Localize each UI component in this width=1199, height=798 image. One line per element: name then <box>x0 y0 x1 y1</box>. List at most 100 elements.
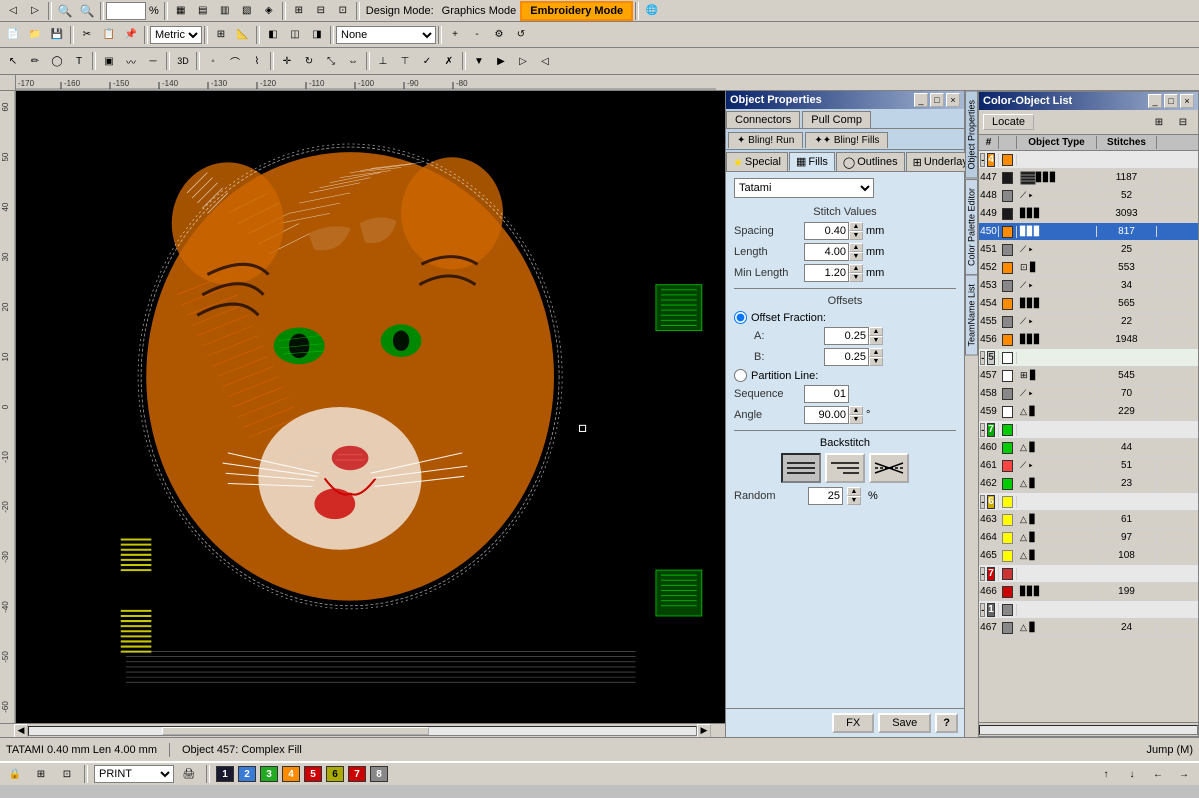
scroll-track[interactable] <box>28 726 697 736</box>
col-obj-close[interactable]: × <box>1180 94 1194 108</box>
none-select[interactable]: None <box>336 26 436 44</box>
tb-icon8[interactable]: ⊡ <box>332 1 354 21</box>
col-obj-minimize[interactable]: _ <box>1148 94 1162 108</box>
embroidery-canvas[interactable] <box>16 91 725 723</box>
group-6-header[interactable]: - 6 <box>979 493 1198 511</box>
3d-btn[interactable]: 3D <box>172 51 194 71</box>
group-expand-7b[interactable]: - 7 <box>979 567 999 581</box>
mirror-btn[interactable]: ⇔ <box>342 51 364 71</box>
x-btn[interactable]: ✗ <box>438 51 460 71</box>
b-down[interactable]: ▼ <box>869 357 883 366</box>
row-447[interactable]: 447 ▊▊▊ 1187 <box>979 169 1198 187</box>
tab-connectors[interactable]: Connectors <box>726 111 800 128</box>
taskbar-btn2[interactable]: ⊞ <box>30 764 52 784</box>
length-up[interactable]: ▲ <box>849 243 863 252</box>
badge-4[interactable]: 4 <box>282 766 300 782</box>
backstitch-btn3[interactable] <box>869 453 909 483</box>
tie-btn[interactable]: ⊤ <box>394 51 416 71</box>
new-btn[interactable]: 📄 <box>2 25 24 45</box>
min-length-down[interactable]: ▼ <box>849 273 863 282</box>
col-obj-tb2[interactable]: ⊟ <box>1172 112 1194 132</box>
offset-fraction-radio[interactable] <box>734 311 747 324</box>
paste-btn[interactable]: 📌 <box>120 25 142 45</box>
teamname-side-tab[interactable]: TeamName List <box>965 275 978 356</box>
fx-btn[interactable]: FX <box>832 713 874 733</box>
tb-icon3[interactable]: ▥ <box>214 1 236 21</box>
props-btn[interactable]: ⚙ <box>488 25 510 45</box>
help-btn[interactable]: ? <box>935 713 958 733</box>
ruler-btn[interactable]: 📐 <box>232 25 254 45</box>
row-450[interactable]: 450 ▊▊▊ 817 <box>979 223 1198 241</box>
align-center[interactable]: ◫ <box>284 25 306 45</box>
sequence-input[interactable] <box>804 385 849 403</box>
scroll-right-btn[interactable]: ▶ <box>697 724 711 738</box>
redo-btn[interactable]: ▷ <box>24 1 46 21</box>
backstitch-btn1[interactable] <box>781 453 821 483</box>
break-btn[interactable]: ⌇ <box>246 51 268 71</box>
row-449[interactable]: 449 ▊▊▊ 3093 <box>979 205 1198 223</box>
group-expand-6[interactable]: - 6 <box>979 495 999 509</box>
save-props-btn[interactable]: Save <box>878 713 931 733</box>
shapes-btn[interactable]: ◯ <box>46 51 68 71</box>
random-input[interactable] <box>808 487 843 505</box>
jump-btn[interactable]: ⊥ <box>372 51 394 71</box>
panel-close-btn[interactable]: × <box>946 93 960 107</box>
embroidery-mode-btn[interactable]: Embroidery Mode <box>520 1 633 21</box>
taskbar-end-btn2[interactable]: ↓ <box>1121 764 1143 784</box>
col-obj-hscroll[interactable] <box>979 722 1198 736</box>
tb-icon5[interactable]: ◈ <box>258 1 280 21</box>
row-455[interactable]: 455 ⟋ ▸ 22 <box>979 313 1198 331</box>
scroll-left-btn[interactable]: ◀ <box>14 724 28 738</box>
group-7b-header[interactable]: - 7 <box>979 565 1198 583</box>
badge-3[interactable]: 3 <box>260 766 278 782</box>
panel-restore-btn[interactable]: □ <box>930 93 944 107</box>
col-obj-body[interactable]: - 4 447 ▊▊▊ 1187 448 ⟋ ▸ <box>979 151 1198 722</box>
group-1-header[interactable]: - 1 <box>979 601 1198 619</box>
row-460[interactable]: 460 △ ▊ 44 <box>979 439 1198 457</box>
open-btn[interactable]: 📁 <box>24 25 46 45</box>
group-5-header[interactable]: - 5 <box>979 349 1198 367</box>
badge-5[interactable]: 5 <box>304 766 322 782</box>
group-expand-7a[interactable]: - 7 <box>979 423 999 437</box>
row-465[interactable]: 465 △ ▊ 108 <box>979 547 1198 565</box>
metric-select[interactable]: Metric <box>150 26 202 44</box>
canvas-hscrollbar[interactable]: ◀ ▶ <box>0 723 725 737</box>
row-457[interactable]: 457 ⊞ ▊ 545 <box>979 367 1198 385</box>
min-length-up[interactable]: ▲ <box>849 264 863 273</box>
angle-input[interactable] <box>804 406 849 424</box>
row-448[interactable]: 448 ⟋ ▸ 52 <box>979 187 1198 205</box>
partition-line-radio[interactable] <box>734 369 747 382</box>
print-select[interactable]: PRINT <box>94 765 174 783</box>
tb-icon7[interactable]: ⊟ <box>310 1 332 21</box>
b-input[interactable] <box>824 348 869 366</box>
row-459[interactable]: 459 △ ▊ 229 <box>979 403 1198 421</box>
random-up[interactable]: ▲ <box>847 487 861 496</box>
angle-down[interactable]: ▼ <box>849 415 863 424</box>
length-input[interactable] <box>804 243 849 261</box>
check-btn[interactable]: ✓ <box>416 51 438 71</box>
tab-fills[interactable]: ▦ Fills <box>789 152 835 171</box>
a-up[interactable]: ▲ <box>869 327 883 336</box>
tab-pull-comp[interactable]: Pull Comp <box>802 111 871 128</box>
spacing-up[interactable]: ▲ <box>849 222 863 231</box>
taskbar-end-btn1[interactable]: ↑ <box>1095 764 1117 784</box>
row-464[interactable]: 464 △ ▊ 97 <box>979 529 1198 547</box>
save-btn[interactable]: 💾 <box>46 25 68 45</box>
row-466[interactable]: 466 ▊▊▊ 199 <box>979 583 1198 601</box>
align-left[interactable]: ◧ <box>262 25 284 45</box>
badge-8[interactable]: 8 <box>370 766 388 782</box>
zoom-input[interactable]: 228 <box>106 2 146 20</box>
spacing-input[interactable] <box>804 222 849 240</box>
tab-special[interactable]: ★ Special <box>726 152 788 171</box>
world-icon[interactable]: 🌐 <box>641 1 663 21</box>
row-461[interactable]: 461 ⟋ ▸ 51 <box>979 457 1198 475</box>
group-7a-header[interactable]: - 7 <box>979 421 1198 439</box>
run-btn[interactable]: ─ <box>142 51 164 71</box>
tb-icon1[interactable]: ▦ <box>170 1 192 21</box>
align-right[interactable]: ◨ <box>306 25 328 45</box>
grid-btn[interactable]: ⊞ <box>210 25 232 45</box>
minus-btn[interactable]: - <box>466 25 488 45</box>
node-btn[interactable]: ◦ <box>202 51 224 71</box>
plus-btn[interactable]: + <box>444 25 466 45</box>
forward-btn[interactable]: ▷ <box>512 51 534 71</box>
